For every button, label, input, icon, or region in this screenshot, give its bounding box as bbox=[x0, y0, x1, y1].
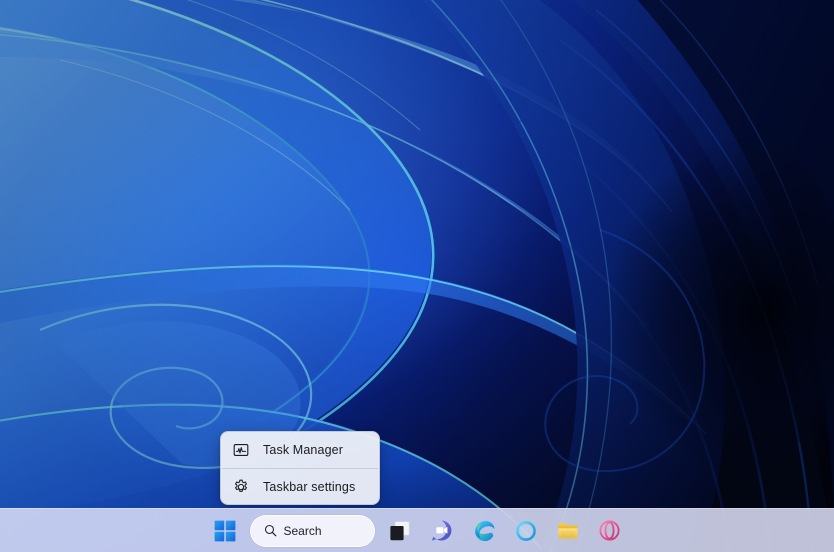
taskbar-center-group: Search bbox=[0, 509, 834, 552]
menu-item-label: Task Manager bbox=[263, 442, 344, 457]
desktop-wallpaper bbox=[0, 0, 834, 552]
search-icon bbox=[264, 524, 277, 537]
menu-item-label: Taskbar settings bbox=[263, 479, 356, 494]
start-button[interactable] bbox=[208, 514, 242, 548]
search-label: Search bbox=[283, 523, 322, 538]
task-view-button[interactable] bbox=[383, 514, 417, 548]
taskbar-context-menu[interactable]: Task Manager Taskbar settings bbox=[220, 431, 380, 505]
copilot-button[interactable] bbox=[509, 514, 543, 548]
menu-item-taskbar-settings[interactable]: Taskbar settings bbox=[221, 469, 379, 504]
edge-button[interactable] bbox=[467, 514, 501, 548]
taskbar: Search bbox=[0, 508, 834, 552]
search-box[interactable]: Search bbox=[249, 514, 375, 547]
menu-item-task-manager[interactable]: Task Manager bbox=[221, 432, 379, 468]
desktop: Task Manager Taskbar settings Search bbox=[0, 0, 834, 552]
file-explorer-button[interactable] bbox=[551, 514, 585, 548]
opera-button[interactable] bbox=[593, 514, 627, 548]
gear-icon bbox=[231, 477, 251, 497]
task-manager-icon bbox=[231, 440, 251, 460]
chat-button[interactable] bbox=[425, 514, 459, 548]
